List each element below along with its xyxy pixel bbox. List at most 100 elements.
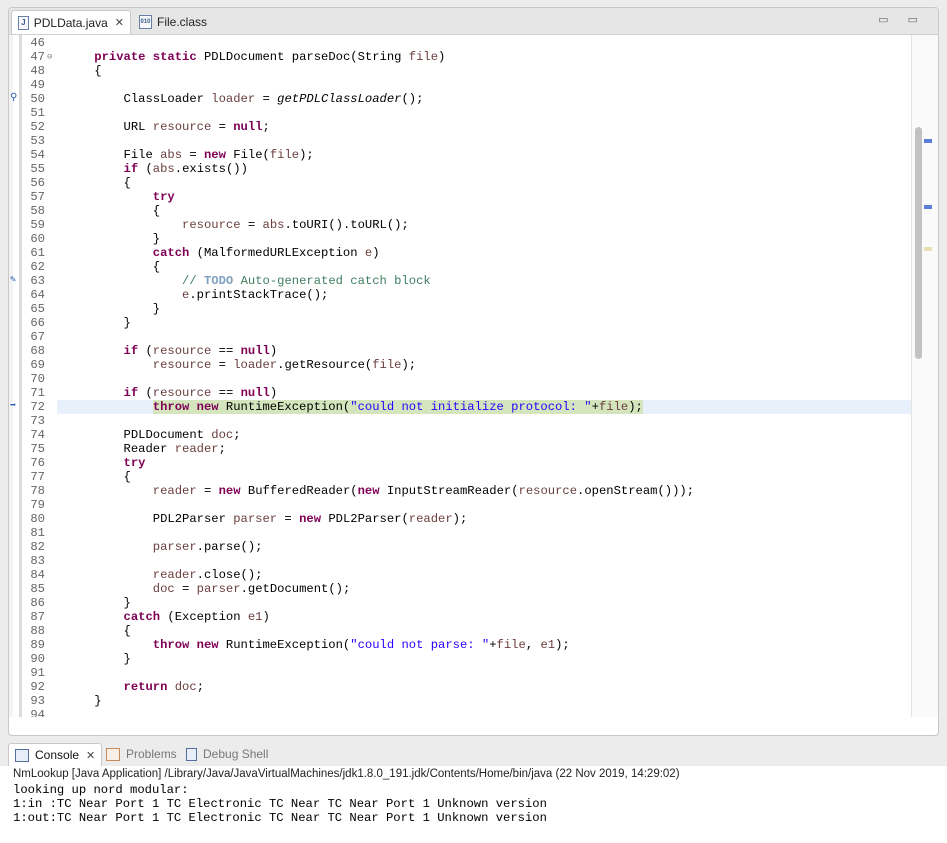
- line-number: 61: [30, 246, 45, 260]
- code-line[interactable]: 89 throw new RuntimeException("could not…: [9, 638, 913, 652]
- tab-file-class[interactable]: 010 File.class: [133, 10, 213, 34]
- code-token: PDLDocument: [65, 428, 212, 442]
- code-token: {: [65, 176, 131, 190]
- code-text: e.printStackTrace();: [65, 288, 328, 302]
- code-line[interactable]: 52 URL resource = null;: [9, 120, 913, 134]
- line-number: 72: [30, 400, 45, 414]
- code-text: if (resource == null): [65, 344, 278, 358]
- code-text: Reader reader;: [65, 442, 226, 456]
- code-line[interactable]: 53: [9, 134, 913, 148]
- code-token: .printStackTrace();: [189, 288, 329, 302]
- code-line[interactable]: 92 return doc;: [9, 680, 913, 694]
- line-number: 94: [30, 708, 45, 717]
- code-line[interactable]: 57 try: [9, 190, 913, 204]
- line-number: 63: [30, 274, 45, 288]
- tab-debug-shell[interactable]: Debug Shell: [180, 743, 274, 765]
- code-line[interactable]: 55 if (abs.exists()): [9, 162, 913, 176]
- debug-arrow-icon[interactable]: ➡: [10, 400, 16, 414]
- code-line[interactable]: 62 {: [9, 260, 913, 274]
- code-line[interactable]: 58 {: [9, 204, 913, 218]
- code-line[interactable]: 86 }: [9, 596, 913, 610]
- tab-problems[interactable]: Problems: [100, 743, 183, 765]
- code-line[interactable]: 68 if (resource == null): [9, 344, 913, 358]
- code-line[interactable]: 73: [9, 414, 913, 428]
- code-editor[interactable]: 46 47 ⊖ private static PDLDocument parseDo…: [9, 35, 913, 717]
- tab-label: Debug Shell: [203, 747, 269, 761]
- code-line[interactable]: 46: [9, 36, 913, 50]
- code-line[interactable]: 59 resource = abs.toURI().toURL();: [9, 218, 913, 232]
- code-line[interactable]: 81: [9, 526, 913, 540]
- code-line[interactable]: 93 }: [9, 694, 913, 708]
- annotation-marker-icon[interactable]: ✎: [10, 274, 16, 288]
- code-token: .toURI().toURL();: [284, 218, 409, 232]
- code-token: }: [65, 302, 161, 316]
- code-line[interactable]: 80 PDL2Parser parser = new PDL2Parser(re…: [9, 512, 913, 526]
- window-controls[interactable]: ▭ ▭: [878, 13, 926, 26]
- close-icon[interactable]: ✕: [115, 16, 124, 29]
- code-line[interactable]: 61 catch (MalformedURLException e): [9, 246, 913, 260]
- code-text: return doc;: [65, 680, 205, 694]
- code-line[interactable]: 70: [9, 372, 913, 386]
- code-line[interactable]: 71 if (resource == null): [9, 386, 913, 400]
- close-icon[interactable]: ✕: [86, 749, 95, 762]
- code-line[interactable]: 47 ⊖ private static PDLDocument parseDoc(…: [9, 50, 913, 64]
- occurrence-mark[interactable]: [924, 205, 932, 209]
- code-line[interactable]: 64 e.printStackTrace();: [9, 288, 913, 302]
- code-line[interactable]: 51: [9, 106, 913, 120]
- code-line[interactable]: 77 {: [9, 470, 913, 484]
- line-number: 73: [30, 414, 45, 428]
- code-line[interactable]: ✎ 63 // TODO Auto-generated catch block: [9, 274, 913, 288]
- code-token: Auto-generated catch block: [233, 274, 431, 288]
- code-line[interactable]: 56 {: [9, 176, 913, 190]
- code-token: ;: [262, 120, 270, 134]
- code-line[interactable]: 76 try: [9, 456, 913, 470]
- fold-collapse-icon[interactable]: ⊖: [47, 50, 52, 64]
- code-token: RuntimeException(: [218, 638, 351, 652]
- code-line[interactable]: 74 PDLDocument doc;: [9, 428, 913, 442]
- tab-console[interactable]: Console ✕: [8, 743, 103, 766]
- code-token: URL: [65, 120, 153, 134]
- code-line[interactable]: 88 {: [9, 624, 913, 638]
- code-line[interactable]: 79: [9, 498, 913, 512]
- code-token: abs: [152, 162, 175, 176]
- code-token: parser: [233, 512, 278, 526]
- code-line[interactable]: 84 reader.close();: [9, 568, 913, 582]
- code-line[interactable]: 66 }: [9, 316, 913, 330]
- horizontal-scrollbar[interactable]: [57, 725, 912, 733]
- line-number: 81: [30, 526, 45, 540]
- code-line[interactable]: 54 File abs = new File(file);: [9, 148, 913, 162]
- code-token: new: [218, 484, 241, 498]
- code-token: throw new: [152, 638, 219, 652]
- code-line[interactable]: ➡ 72 throw new RuntimeException("could no…: [9, 400, 913, 414]
- code-line[interactable]: 90 }: [9, 652, 913, 666]
- code-line[interactable]: 75 Reader reader;: [9, 442, 913, 456]
- vertical-scrollbar[interactable]: [915, 127, 922, 359]
- code-line[interactable]: 65 }: [9, 302, 913, 316]
- code-token: ): [372, 246, 380, 260]
- code-line[interactable]: 67: [9, 330, 913, 344]
- class-file-icon: 010: [139, 15, 152, 29]
- code-line[interactable]: 48 {: [9, 64, 913, 78]
- code-line[interactable]: 85 doc = parser.getDocument();: [9, 582, 913, 596]
- code-line[interactable]: 94: [9, 708, 913, 717]
- code-line[interactable]: 69 resource = loader.getResource(file);: [9, 358, 913, 372]
- code-line[interactable]: 91: [9, 666, 913, 680]
- occurrence-mark[interactable]: [924, 139, 932, 143]
- console-output-line: 1:out:TC Near Port 1 TC Electronic TC Ne…: [13, 811, 547, 825]
- code-line[interactable]: ⚲ 50 ClassLoader loader = getPDLClassLoad…: [9, 92, 913, 106]
- code-line[interactable]: 49: [9, 78, 913, 92]
- code-line[interactable]: 87 catch (Exception e1): [9, 610, 913, 624]
- tab-pdldata-java[interactable]: J PDLData.java ✕: [11, 10, 131, 34]
- annotation-marker-icon[interactable]: ⚲: [10, 92, 17, 106]
- code-line[interactable]: 82 parser.parse();: [9, 540, 913, 554]
- code-line[interactable]: 78 reader = new BufferedReader(new Input…: [9, 484, 913, 498]
- code-line[interactable]: 60 }: [9, 232, 913, 246]
- task-mark[interactable]: [924, 247, 932, 251]
- code-token: File(: [225, 148, 270, 162]
- code-line[interactable]: 83: [9, 554, 913, 568]
